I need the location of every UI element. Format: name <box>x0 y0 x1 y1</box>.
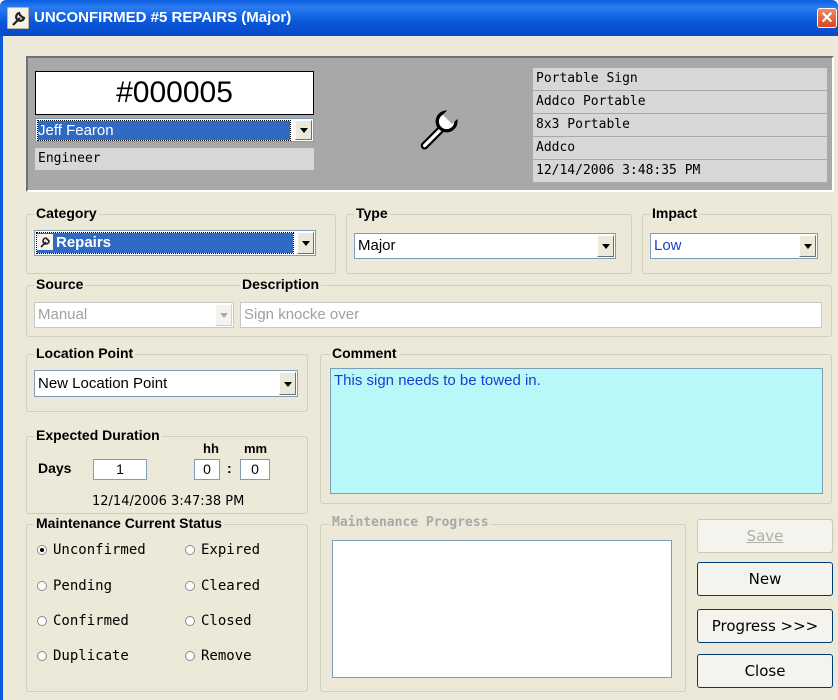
status-option-label: Cleared <box>201 578 261 594</box>
status-radio-cleared[interactable]: Cleared <box>185 578 260 594</box>
radio-icon <box>37 581 47 591</box>
source-label: Source <box>34 276 86 292</box>
chevron-down-icon[interactable] <box>799 235 816 257</box>
source-value: Manual <box>38 306 88 323</box>
wrench-icon <box>420 106 462 150</box>
person-value: Jeff Fearon <box>37 120 291 141</box>
comment-label: Comment <box>330 345 399 361</box>
minutes-input[interactable]: 0 <box>240 459 270 480</box>
radio-icon <box>37 651 47 661</box>
type-select[interactable]: Major <box>354 233 616 259</box>
radio-icon <box>37 616 47 626</box>
status-label: Maintenance Current Status <box>34 515 224 531</box>
close-button[interactable]: Close <box>697 654 833 688</box>
impact-value: Low <box>654 237 682 254</box>
status-option-label: Confirmed <box>53 613 129 629</box>
status-option-label: Duplicate <box>53 648 129 664</box>
duration-label: Expected Duration <box>34 427 162 443</box>
chevron-down-icon[interactable] <box>597 235 614 257</box>
status-radio-duplicate[interactable]: Duplicate <box>37 648 129 664</box>
impact-label: Impact <box>650 205 700 221</box>
close-window-button[interactable]: ✕ <box>817 8 837 28</box>
role-label: Engineer <box>35 148 314 170</box>
category-text: Repairs <box>56 234 112 251</box>
wrench-person-icon <box>7 7 29 29</box>
type-label: Type <box>354 205 390 221</box>
person-select[interactable]: Jeff Fearon <box>35 118 314 142</box>
chevron-down-icon[interactable] <box>279 372 296 395</box>
source-select[interactable]: Manual <box>34 302 234 328</box>
detail-line-1: Portable Sign <box>533 68 827 90</box>
chevron-down-icon[interactable] <box>295 120 312 140</box>
detail-line-4: Addco <box>533 137 827 159</box>
status-radio-pending[interactable]: Pending <box>37 578 112 594</box>
days-label: Days <box>38 460 72 476</box>
title-bar[interactable]: UNCONFIRMED #5 REPAIRS (Major) ✕ <box>0 0 838 36</box>
new-button[interactable]: New <box>697 562 833 596</box>
window-title: UNCONFIRMED #5 REPAIRS (Major) <box>34 9 292 26</box>
status-option-label: Unconfirmed <box>53 542 146 558</box>
hours-input[interactable]: 0 <box>194 459 220 480</box>
type-value: Major <box>358 237 396 254</box>
duration-timestamp: 12/14/2006 3:47:38 PM <box>92 494 245 509</box>
location-value: New Location Point <box>38 375 168 392</box>
status-option-label: Remove <box>201 648 252 664</box>
category-select[interactable]: Repairs <box>34 230 316 256</box>
description-label: Description <box>240 276 322 292</box>
window-left-edge <box>0 36 3 700</box>
status-radio-unconfirmed[interactable]: Unconfirmed <box>37 542 146 558</box>
impact-select[interactable]: Low <box>650 233 818 259</box>
location-select[interactable]: New Location Point <box>34 370 298 397</box>
category-value: Repairs <box>36 232 294 254</box>
radio-selected-icon <box>37 545 47 555</box>
hh-label: hh <box>203 441 219 456</box>
mm-label: mm <box>244 441 268 456</box>
save-button[interactable]: Save <box>697 519 833 553</box>
description-input[interactable]: Sign knocke over <box>240 302 822 328</box>
status-radio-confirmed[interactable]: Confirmed <box>37 613 129 629</box>
progress-label: Maintenance Progress <box>330 515 491 530</box>
status-option-label: Expired <box>201 542 261 558</box>
status-radio-remove[interactable]: Remove <box>185 648 252 664</box>
wrench-person-icon <box>37 234 53 250</box>
status-option-label: Pending <box>53 578 113 594</box>
progress-list[interactable] <box>332 540 672 678</box>
chevron-down-icon[interactable] <box>297 232 314 254</box>
radio-icon <box>185 545 195 555</box>
category-label: Category <box>34 205 99 221</box>
detail-line-2: Addco Portable <box>533 91 827 113</box>
detail-line-3: 8x3 Portable <box>533 114 827 136</box>
location-label: Location Point <box>34 345 136 361</box>
time-separator: : <box>227 460 232 476</box>
days-input[interactable]: 1 <box>93 459 147 480</box>
chevron-down-icon[interactable] <box>215 304 232 326</box>
status-radio-closed[interactable]: Closed <box>185 613 252 629</box>
detail-timestamp: 12/14/2006 3:48:35 PM <box>533 160 827 182</box>
status-option-label: Closed <box>201 613 252 629</box>
status-radio-expired[interactable]: Expired <box>185 542 260 558</box>
maintenance-window: UNCONFIRMED #5 REPAIRS (Major) ✕ #000005… <box>0 0 838 700</box>
radio-icon <box>185 651 195 661</box>
comment-input[interactable]: This sign needs to be towed in. <box>330 368 823 494</box>
radio-icon <box>185 581 195 591</box>
radio-icon <box>185 616 195 626</box>
progress-button[interactable]: Progress >>> <box>697 609 833 643</box>
record-id: #000005 <box>35 71 314 115</box>
